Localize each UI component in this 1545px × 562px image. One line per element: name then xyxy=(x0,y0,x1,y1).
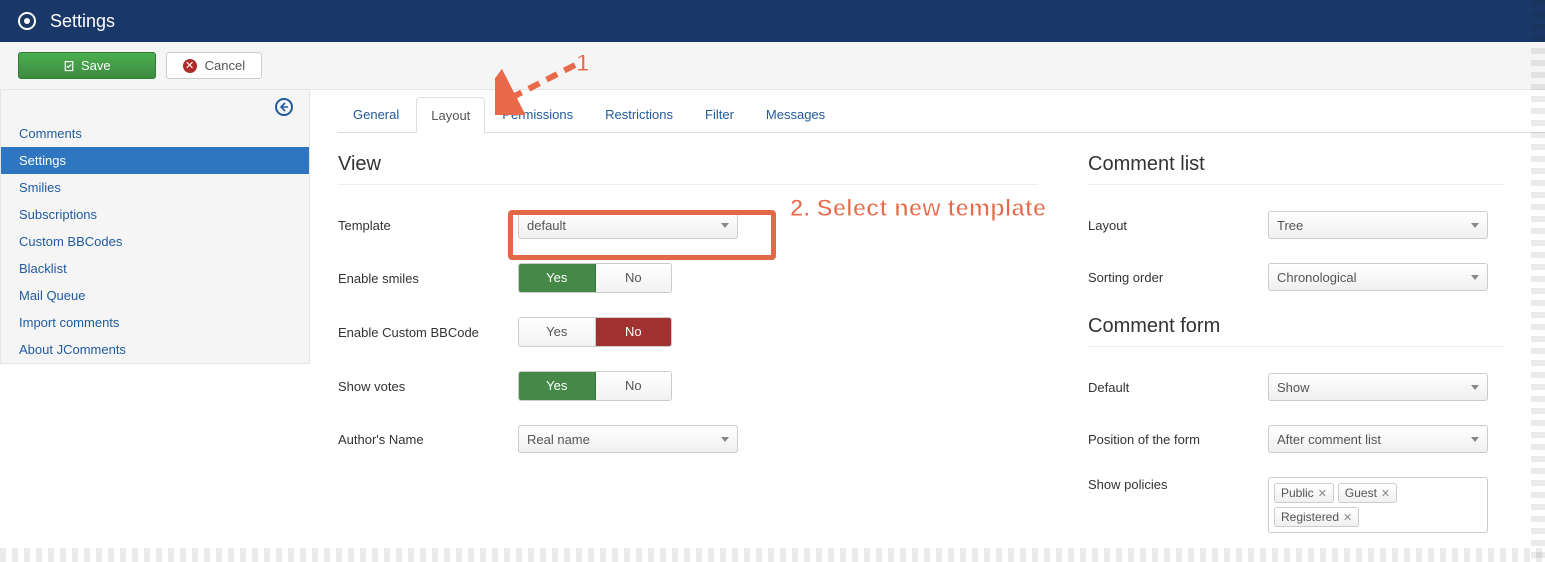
close-icon[interactable]: ✕ xyxy=(1318,487,1327,500)
policy-tag-registered[interactable]: Registered✕ xyxy=(1274,507,1359,527)
show-votes-yes[interactable]: Yes xyxy=(519,372,596,400)
tabs: General Layout Permissions Restrictions … xyxy=(338,96,1545,133)
toolbar: Save ✕ Cancel xyxy=(0,42,1545,90)
enable-smiles-no[interactable]: No xyxy=(596,264,672,292)
tab-filter[interactable]: Filter xyxy=(690,96,749,132)
chevron-down-icon xyxy=(721,223,729,228)
target-icon xyxy=(18,12,36,30)
sidebar-item-custom-bbcodes[interactable]: Custom BBCodes xyxy=(1,228,309,255)
section-comment-list-title: Comment list xyxy=(1088,153,1505,185)
enable-smiles-label: Enable smiles xyxy=(338,271,518,286)
sidebar-item-blacklist[interactable]: Blacklist xyxy=(1,255,309,282)
cancel-icon: ✕ xyxy=(183,59,197,73)
author-name-select[interactable]: Real name xyxy=(518,425,738,453)
sidebar-list: Comments Settings Smilies Subscriptions … xyxy=(1,120,309,363)
position-select[interactable]: After comment list xyxy=(1268,425,1488,453)
chevron-down-icon xyxy=(1471,385,1479,390)
tab-layout[interactable]: Layout xyxy=(416,97,485,133)
section-view-title: View xyxy=(338,153,1038,185)
sidebar-item-settings[interactable]: Settings xyxy=(1,147,309,174)
default-select-value: Show xyxy=(1277,380,1310,395)
back-icon[interactable] xyxy=(275,98,293,116)
enable-bbcode-toggle[interactable]: Yes No xyxy=(518,317,672,347)
enable-smiles-yes[interactable]: Yes xyxy=(519,264,596,292)
tab-permissions[interactable]: Permissions xyxy=(487,96,588,132)
enable-bbcode-no[interactable]: No xyxy=(596,318,672,346)
tab-restrictions[interactable]: Restrictions xyxy=(590,96,688,132)
save-button[interactable]: Save xyxy=(18,52,156,79)
default-label: Default xyxy=(1088,380,1268,395)
policy-tag-public[interactable]: Public✕ xyxy=(1274,483,1334,503)
show-policies-tagbox[interactable]: Public✕ Guest✕ Registered✕ xyxy=(1268,477,1488,533)
default-select[interactable]: Show xyxy=(1268,373,1488,401)
enable-smiles-toggle[interactable]: Yes No xyxy=(518,263,672,293)
enable-bbcode-label: Enable Custom BBCode xyxy=(338,325,518,340)
show-policies-label: Show policies xyxy=(1088,477,1268,492)
sidebar-item-import-comments[interactable]: Import comments xyxy=(1,309,309,336)
template-label: Template xyxy=(338,218,518,233)
show-votes-label: Show votes xyxy=(338,379,518,394)
sorting-select[interactable]: Chronological xyxy=(1268,263,1488,291)
close-icon[interactable]: ✕ xyxy=(1343,511,1352,524)
tab-messages[interactable]: Messages xyxy=(751,96,840,132)
show-votes-no[interactable]: No xyxy=(596,372,672,400)
page-title: Settings xyxy=(50,11,115,32)
layout-label: Layout xyxy=(1088,218,1268,233)
content: General Layout Permissions Restrictions … xyxy=(310,90,1545,562)
sidebar-item-subscriptions[interactable]: Subscriptions xyxy=(1,201,309,228)
sidebar-item-comments[interactable]: Comments xyxy=(1,120,309,147)
close-icon[interactable]: ✕ xyxy=(1381,487,1390,500)
check-icon xyxy=(63,60,75,72)
sidebar-item-about[interactable]: About JComments xyxy=(1,336,309,363)
chevron-down-icon xyxy=(721,437,729,442)
section-comment-form-title: Comment form xyxy=(1088,315,1505,347)
chevron-down-icon xyxy=(1471,275,1479,280)
template-select[interactable]: default xyxy=(518,211,738,239)
policy-tag-guest[interactable]: Guest✕ xyxy=(1338,483,1397,503)
save-button-label: Save xyxy=(81,58,111,73)
layout-select[interactable]: Tree xyxy=(1268,211,1488,239)
sorting-select-value: Chronological xyxy=(1277,270,1357,285)
position-label: Position of the form xyxy=(1088,432,1268,447)
sidebar-item-mail-queue[interactable]: Mail Queue xyxy=(1,282,309,309)
position-select-value: After comment list xyxy=(1277,432,1381,447)
sorting-label: Sorting order xyxy=(1088,270,1268,285)
author-name-value: Real name xyxy=(527,432,590,447)
template-select-value: default xyxy=(527,218,566,233)
enable-bbcode-yes[interactable]: Yes xyxy=(519,318,596,346)
cancel-button[interactable]: ✕ Cancel xyxy=(166,52,262,79)
sidebar-item-smilies[interactable]: Smilies xyxy=(1,174,309,201)
sidebar: Comments Settings Smilies Subscriptions … xyxy=(0,90,310,364)
chevron-down-icon xyxy=(1471,223,1479,228)
author-name-label: Author's Name xyxy=(338,432,518,447)
show-votes-toggle[interactable]: Yes No xyxy=(518,371,672,401)
app-header: Settings xyxy=(0,0,1545,42)
layout-select-value: Tree xyxy=(1277,218,1303,233)
chevron-down-icon xyxy=(1471,437,1479,442)
tab-general[interactable]: General xyxy=(338,96,414,132)
cancel-button-label: Cancel xyxy=(205,58,245,73)
sidebar-back-row xyxy=(1,90,309,120)
